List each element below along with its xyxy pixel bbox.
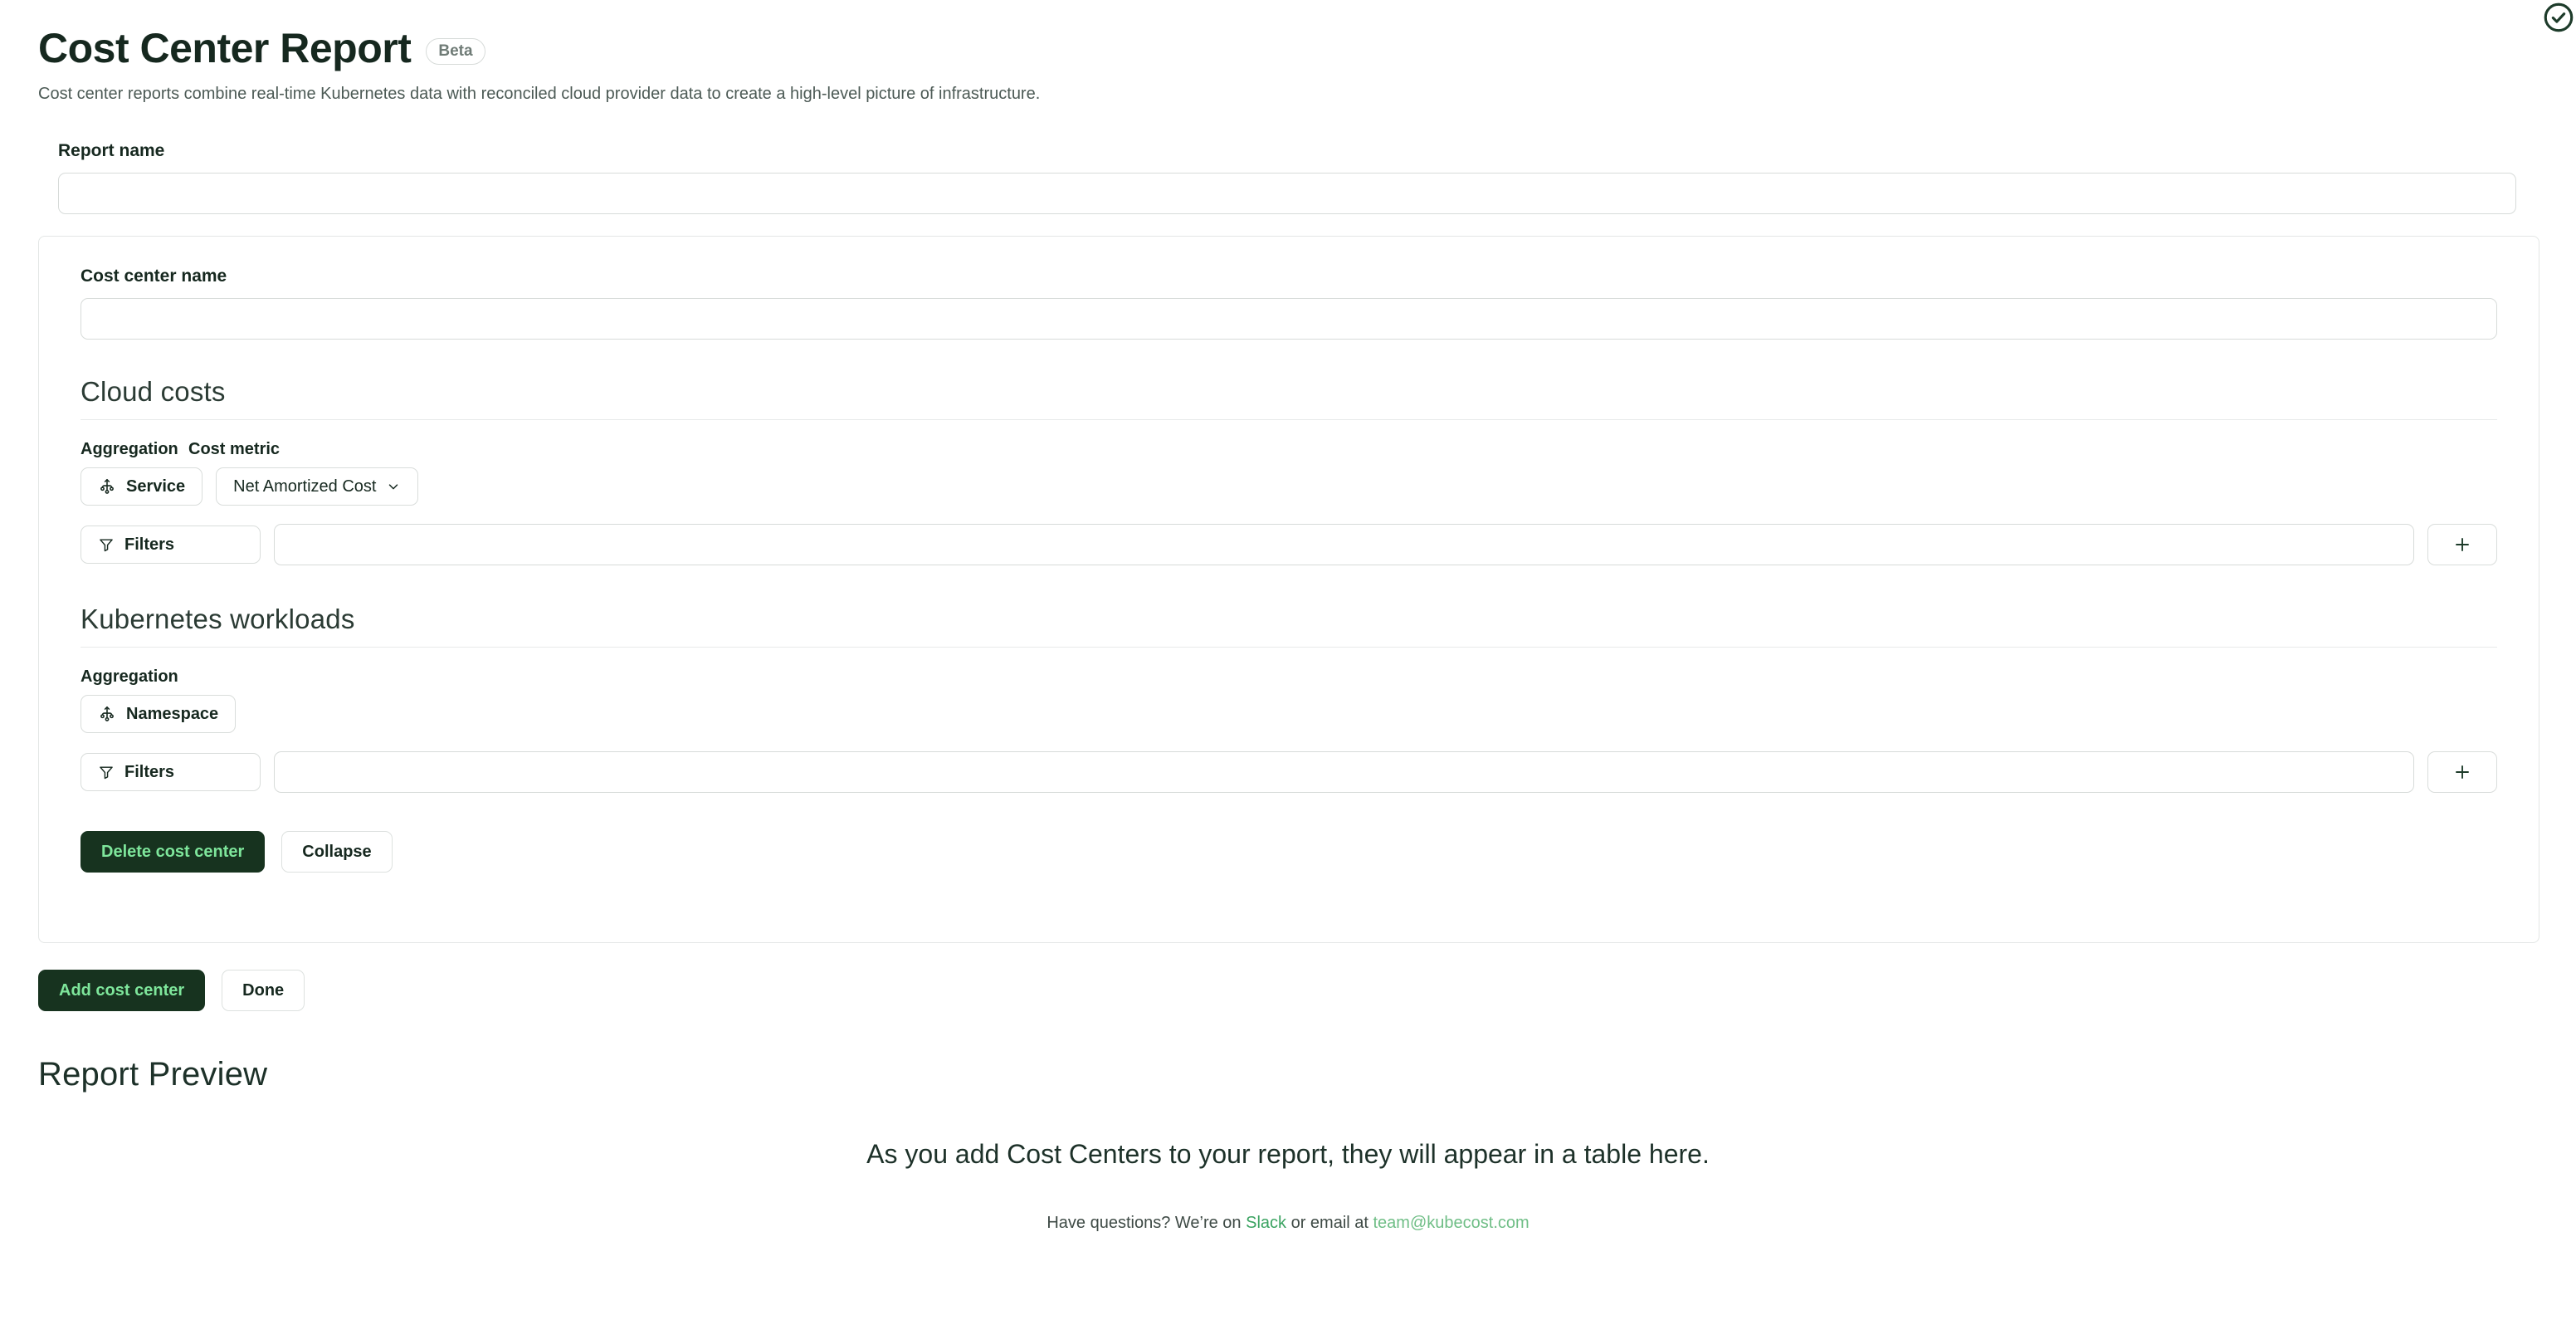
bottom-actions: Add cost center Done bbox=[38, 970, 305, 1011]
kubernetes-control-labels: Aggregation bbox=[80, 667, 2497, 687]
cost-metric-dropdown[interactable]: Net Amortized Cost bbox=[216, 467, 419, 506]
report-name-label: Report name bbox=[58, 141, 165, 160]
kubernetes-workloads-divider bbox=[80, 647, 2497, 648]
footer-prefix: Have questions? We’re on bbox=[1046, 1214, 1247, 1232]
funnel-icon bbox=[98, 536, 115, 553]
kubernetes-controls: Namespace bbox=[80, 695, 2497, 733]
kubernetes-filters-input[interactable] bbox=[274, 751, 2414, 793]
kubernetes-aggregation-value: Namespace bbox=[126, 704, 219, 723]
page-header: Cost Center Report Beta Cost center repo… bbox=[38, 27, 2538, 105]
kubernetes-filters-label: Filters bbox=[124, 762, 175, 781]
cost-center-name-label: Cost center name bbox=[80, 266, 227, 286]
cloud-costs-filters-input[interactable] bbox=[274, 524, 2414, 565]
cost-center-card-content: Cost center name Cloud costs Aggregation… bbox=[80, 266, 2497, 873]
funnel-icon bbox=[98, 764, 115, 780]
cost-metric-value: Net Amortized Cost bbox=[233, 477, 377, 496]
report-name-input[interactable] bbox=[58, 173, 2516, 214]
cloud-costs-filters-label: Filters bbox=[124, 535, 175, 554]
hierarchy-icon bbox=[98, 477, 116, 496]
report-name-field-group: Report name bbox=[58, 141, 2516, 214]
cloud-costs-section: Cloud costs Aggregation Cost metric Serv… bbox=[80, 376, 2497, 565]
cost-center-actions: Delete cost center Collapse bbox=[80, 831, 2497, 873]
delete-cost-center-button[interactable]: Delete cost center bbox=[80, 831, 266, 873]
cloud-costs-cost-metric-label: Cost metric bbox=[188, 440, 281, 458]
chevron-down-icon bbox=[386, 479, 401, 494]
page-description: Cost center reports combine real-time Ku… bbox=[38, 84, 1041, 103]
cost-center-report-page: Cost Center Report Beta Cost center repo… bbox=[0, 0, 2576, 1320]
cloud-costs-aggregation-button[interactable]: Service bbox=[80, 467, 203, 506]
cloud-costs-controls: Service Net Amortized Cost bbox=[80, 467, 2497, 506]
support-email-link[interactable]: team@kubecost.com bbox=[1373, 1214, 1530, 1232]
cloud-costs-filters-row: Filters bbox=[80, 524, 2497, 565]
kubernetes-add-filter-button[interactable] bbox=[2427, 751, 2497, 793]
kubernetes-aggregation-label: Aggregation bbox=[80, 667, 178, 686]
hierarchy-icon bbox=[98, 705, 116, 723]
kubernetes-filters-row: Filters bbox=[80, 751, 2497, 793]
kubernetes-filters-button[interactable]: Filters bbox=[80, 753, 261, 791]
footer-middle: or email at bbox=[1286, 1214, 1373, 1232]
kubernetes-workloads-section: Kubernetes workloads Aggregation Namespa… bbox=[80, 604, 2497, 793]
cloud-costs-aggregation-value: Service bbox=[126, 477, 186, 496]
beta-badge: Beta bbox=[426, 38, 485, 66]
cloud-costs-filters-button[interactable]: Filters bbox=[80, 526, 261, 564]
report-preview-title: Report Preview bbox=[38, 1056, 268, 1093]
cloud-costs-aggregation-label: Aggregation bbox=[80, 440, 178, 458]
page-title: Cost Center Report bbox=[38, 25, 412, 71]
cloud-costs-heading: Cloud costs bbox=[80, 376, 226, 407]
cloud-costs-add-filter-button[interactable] bbox=[2427, 524, 2497, 565]
cloud-costs-divider bbox=[80, 419, 2497, 420]
kubernetes-aggregation-button[interactable]: Namespace bbox=[80, 695, 237, 733]
cloud-costs-control-labels: Aggregation Cost metric bbox=[80, 440, 2497, 459]
cost-center-name-input[interactable] bbox=[80, 298, 2497, 340]
plus-icon bbox=[2452, 762, 2472, 782]
title-row: Cost Center Report Beta bbox=[38, 27, 2538, 71]
check-circle-icon[interactable] bbox=[2541, 0, 2576, 35]
cost-center-card: Cost center name Cloud costs Aggregation… bbox=[38, 236, 2539, 943]
kubernetes-workloads-heading: Kubernetes workloads bbox=[80, 604, 355, 634]
add-cost-center-button[interactable]: Add cost center bbox=[38, 970, 206, 1011]
slack-link[interactable]: Slack bbox=[1246, 1214, 1286, 1232]
report-preview-empty-message: As you add Cost Centers to your report, … bbox=[866, 1139, 1710, 1169]
plus-icon bbox=[2452, 535, 2472, 555]
collapse-button[interactable]: Collapse bbox=[281, 831, 393, 873]
done-button[interactable]: Done bbox=[222, 970, 305, 1011]
report-preview-footer: Have questions? We’re on Slack or email … bbox=[0, 1214, 2576, 1233]
